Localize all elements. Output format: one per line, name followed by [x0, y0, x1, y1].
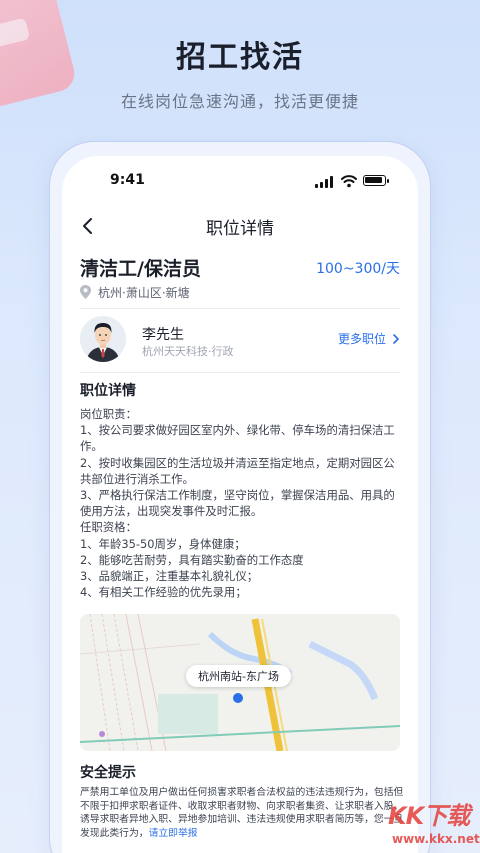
more-jobs-link[interactable]: 更多职位 [338, 330, 400, 347]
location-row: 杭州·萧山区·新塘 [80, 284, 190, 300]
page-title: 职位详情 [206, 219, 274, 239]
details-heading: 职位详情 [80, 383, 136, 399]
company-name: 杭州天天科技·行政 [142, 345, 234, 358]
hero-title: 招工找活 [176, 40, 304, 75]
cellular-signal-icon [315, 176, 335, 188]
nav-bar: 职位详情 [62, 212, 418, 240]
more-jobs-label: 更多职位 [337, 332, 386, 346]
report-link[interactable]: 请立即举报 [149, 828, 198, 839]
divider [80, 372, 400, 373]
safety-text: 严禁用工单位及用户做出任何损害求职者合法权益的违法违规行为，包括但不限于扣押求职… [80, 787, 404, 839]
contact-name: 李先生 [142, 327, 184, 343]
description-line: 3、品貌端正，注重基本礼貌礼仪； [80, 569, 259, 584]
job-title: 清洁工/保洁员 [80, 258, 201, 280]
safety-heading: 安全提示 [80, 765, 136, 781]
hero-subtitle: 在线岗位急速沟通，找活更便捷 [120, 92, 359, 111]
location-text: 杭州·萧山区·新塘 [98, 285, 190, 300]
battery-icon [363, 175, 389, 186]
description-line: 2、能够吃苦耐劳，具有踏实勤奋的工作态度 [80, 552, 304, 567]
avatar[interactable] [80, 316, 126, 362]
description-line: 4、有相关工作经验的优先录用； [80, 585, 247, 600]
description-line: 1、年龄35-50周岁，身体健康； [80, 536, 246, 551]
watermark-url: www.kkx.net [392, 832, 480, 846]
location-map[interactable]: 杭州南站-东广场 [80, 614, 400, 751]
phone-screen: 9:41 职位详情 清洁工/保洁员 100~300/天 杭州·萧山区·新塘 李先… [62, 156, 418, 853]
divider [80, 308, 400, 309]
description-line: 任职资格： [80, 520, 137, 535]
job-description: 岗位职责： 1、按公司要求做好园区室内外、绿化带、停车场的清扫保洁工作。 2、按… [80, 406, 400, 600]
safety-notice: 严禁用工单位及用户做出任何损害求职者合法权益的违法违规行为，包括但不限于扣押求职… [80, 786, 404, 840]
chevron-right-icon [393, 333, 399, 344]
wifi-icon [341, 175, 357, 188]
salary: 100~300/天 [316, 261, 400, 277]
location-pin-icon [80, 285, 91, 299]
description-line: 岗位职责： [80, 407, 137, 421]
watermark-text: KK下载 [388, 802, 470, 830]
description-line: 1、按公司要求做好园区室内外、绿化带、停车场的清扫保洁工作。 [80, 423, 395, 454]
status-time: 9:41 [110, 172, 145, 188]
status-bar: 9:41 [62, 170, 418, 192]
description-line: 3、严格执行保洁工作制度，坚守岗位，掌握保洁用品、用具的使用方法，出现突发事件及… [80, 488, 395, 519]
description-line: 2、按时收集园区的生活垃圾并清运至指定地点，定期对园区公共部位进行消杀工作。 [80, 455, 395, 486]
avatar-portrait-icon [80, 316, 126, 362]
map-location-label: 杭州南站-东广场 [186, 665, 291, 687]
